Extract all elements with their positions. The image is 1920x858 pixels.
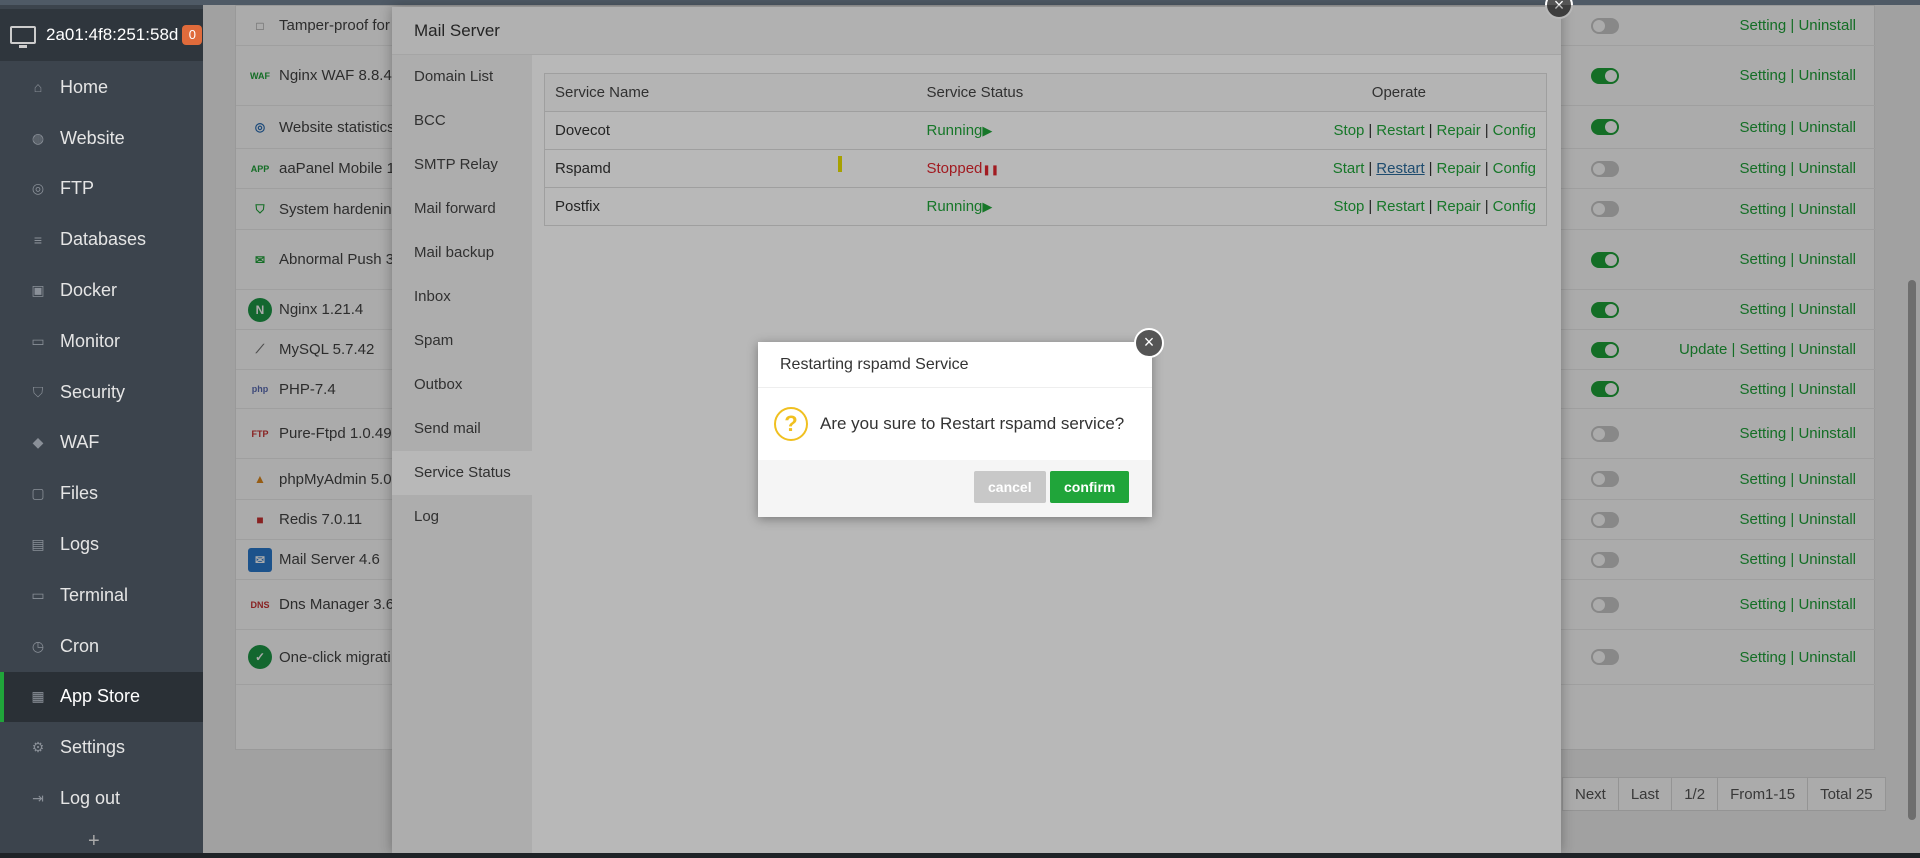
cancel-button[interactable]: cancel [974,471,1046,503]
confirm-button[interactable]: confirm [1050,471,1130,503]
sidebar-item-settings[interactable]: ⚙ Settings [0,722,203,773]
sidebar-item-label: Settings [60,737,126,758]
sidebar-item-label: App Store [60,686,141,707]
dialog-message: Are you sure to Restart rspamd service? [820,414,1125,433]
sidebar-item-terminal[interactable]: ▭ Terminal [0,570,203,621]
sidebar-item-label: WAF [60,432,100,453]
sidebar-item-home[interactable]: ⌂ Home [0,62,203,113]
host-address: 2a01:4f8:251:58d [46,25,179,44]
docker-icon: ▣ [31,282,45,299]
clock-icon: ◷ [31,637,45,654]
sidebar-item-label: Log out [60,788,121,809]
sidebar-item-label: Monitor [60,330,121,351]
sidebar-nav: ⌂ Home ◍ Website ◎ FTP ≡ Databases ▣ Docker ▭ Monit… [0,62,203,824]
add-icon[interactable]: + [88,830,100,853]
dialog-close-icon[interactable]: × [1134,328,1164,358]
sidebar-item-label: Logs [60,534,100,555]
server-host[interactable]: 2a01:4f8:251:58d 0 [0,9,203,61]
sidebar-item-monitor[interactable]: ▭ Monitor [0,316,203,367]
sidebar-item-label: Docker [60,280,118,301]
sidebar-item-logs[interactable]: ▤ Logs [0,519,203,570]
question-icon: ? [774,407,808,441]
sidebar-item-website[interactable]: ◍ Website [0,113,203,164]
home-icon: ⌂ [33,79,43,96]
dialog-footer: cancel confirm [758,460,1152,517]
database-icon: ≡ [33,231,43,248]
dialog-title: Restarting rspamd Service [758,342,1152,388]
folder-icon: ▢ [31,485,45,502]
sidebar-item-label: Databases [60,229,147,250]
sidebar-item-databases[interactable]: ≡ Databases [0,214,203,265]
sidebar-item-label: FTP [60,178,94,199]
shield-icon: ⛉ [32,383,44,400]
notification-badge[interactable]: 0 [182,25,203,45]
sidebar-item-label: Files [60,483,99,504]
sidebar-item-waf[interactable]: ◆ WAF [0,418,203,469]
sidebar-item-app-store[interactable]: ▦ App Store [0,671,203,723]
ftp-icon: ◎ [31,180,45,197]
sidebar-item-files[interactable]: ▢ Files [0,468,203,519]
monitor-icon: ▭ [31,332,45,349]
terminal-icon: ▭ [31,586,45,603]
logout-icon: ⇥ [32,790,44,807]
sidebar-item-ftp[interactable]: ◎ FTP [0,164,203,215]
sidebar: 2a01:4f8:251:58d 0 ⌂ Home ◍ Website ◎ FTP ≡ Dat… [0,0,1920,858]
confirm-dialog: Restarting rspamd Service × ? Are you su… [758,328,1164,517]
sidebar-item-cron[interactable]: ◷ Cron [0,621,203,672]
dialog-body: ? Are you sure to Restart rspamd service… [758,388,1152,460]
sidebar-item-security[interactable]: ⛉ Security [0,367,203,418]
logs-icon: ▤ [31,536,45,553]
grid-icon: ▦ [31,688,45,705]
waf-icon: ◆ [32,434,44,451]
gear-icon: ⚙ [31,739,45,756]
monitor-icon [10,26,36,48]
bottom-bar [0,853,1920,858]
globe-icon: ◍ [31,129,45,146]
sidebar-item-label: Security [60,381,126,402]
sidebar-item-label: Cron [60,635,100,656]
sidebar-item-log-out[interactable]: ⇥ Log out [0,773,203,824]
sidebar-item-label: Home [60,76,109,97]
sidebar-item-label: Website [60,127,125,148]
sidebar-item-label: Terminal [60,584,129,605]
sidebar-item-docker[interactable]: ▣ Docker [0,265,203,316]
